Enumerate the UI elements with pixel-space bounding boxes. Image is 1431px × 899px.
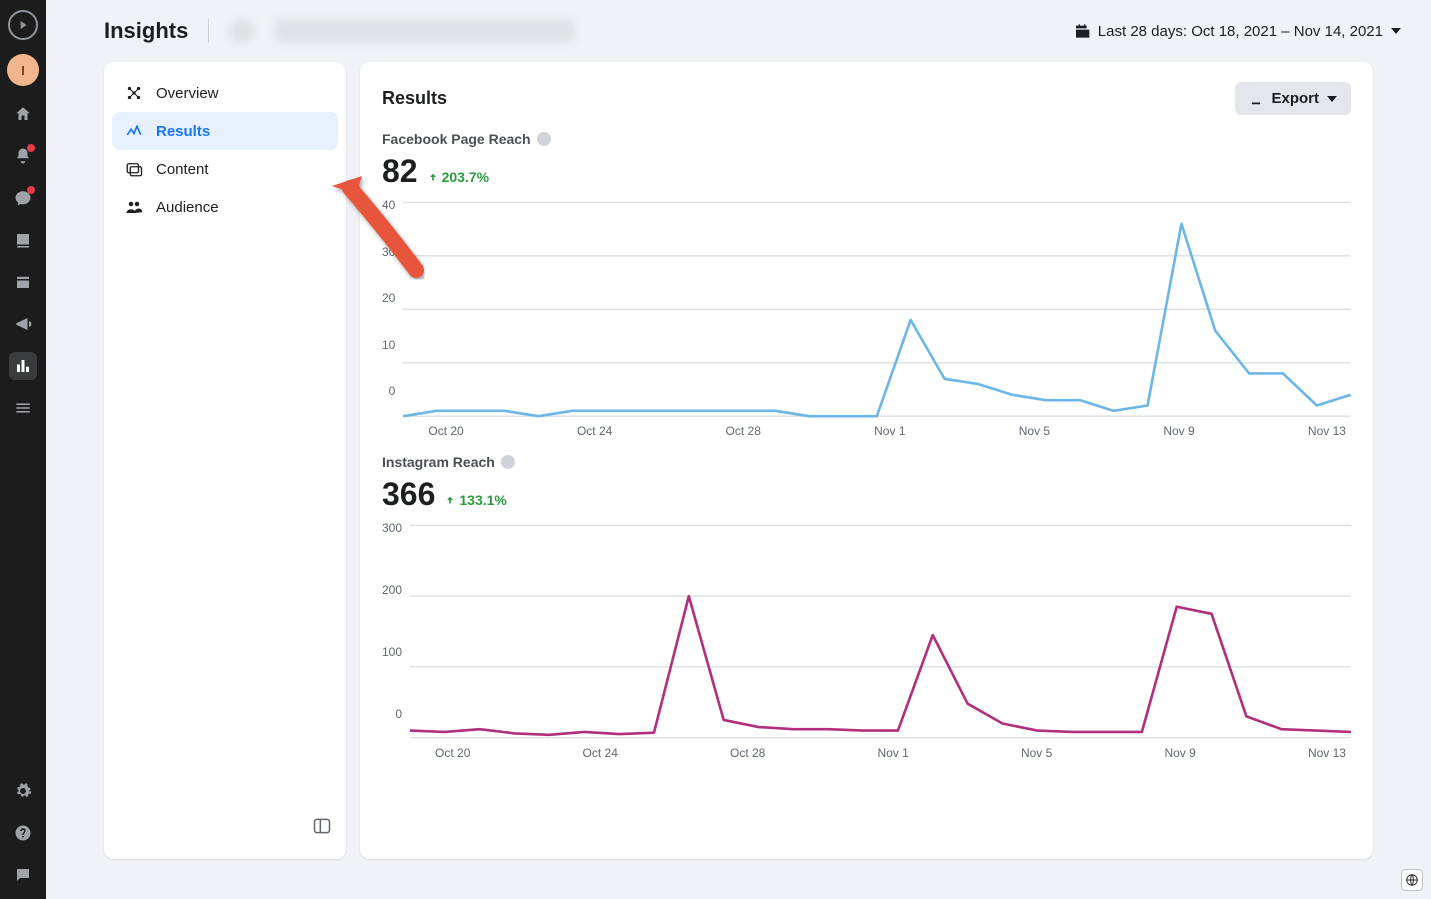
- sidebar-item-label: Overview: [156, 85, 219, 102]
- export-label: Export: [1271, 90, 1319, 107]
- page-avatar-redacted: [229, 19, 255, 43]
- sidebar-item-results[interactable]: Results: [112, 112, 338, 150]
- notifications-icon[interactable]: [9, 142, 37, 170]
- menu-icon[interactable]: [9, 394, 37, 422]
- insights-icon[interactable]: [9, 352, 37, 380]
- sidebar-item-audience[interactable]: Audience: [112, 188, 338, 226]
- sidebar-item-label: Content: [156, 161, 209, 178]
- chart-title: Facebook Page Reach: [382, 131, 531, 147]
- audience-icon: [124, 198, 144, 216]
- account-avatar[interactable]: I: [7, 54, 39, 86]
- chart-block-instagram: Instagram Reach 366 133.1% 3002001000: [382, 454, 1351, 760]
- results-icon: [124, 122, 144, 140]
- chart-x-axis: Oct 20Oct 24Oct 28Nov 1Nov 5Nov 9Nov 13: [403, 424, 1351, 438]
- chart-delta: 133.1%: [445, 492, 506, 508]
- page-title: Insights: [104, 18, 188, 44]
- posts-icon[interactable]: [9, 226, 37, 254]
- messages-icon[interactable]: [9, 184, 37, 212]
- overview-icon: [124, 84, 144, 102]
- chart-title: Instagram Reach: [382, 454, 495, 470]
- notification-dot-icon: [27, 144, 35, 152]
- chevron-down-icon: [1391, 28, 1401, 34]
- results-panel: Results Export Facebook Page Reach 82: [360, 62, 1373, 859]
- sidebar-item-content[interactable]: Content: [112, 150, 338, 188]
- chevron-down-icon: [1327, 96, 1337, 102]
- collapse-sidebar-button[interactable]: [306, 810, 338, 847]
- date-range-label: Last 28 days: Oct 18, 2021 – Nov 14, 202…: [1098, 23, 1383, 40]
- export-button[interactable]: Export: [1235, 82, 1351, 115]
- chart-y-axis: 3002001000: [382, 521, 410, 721]
- calendar-icon[interactable]: [9, 268, 37, 296]
- chart-block-facebook: Facebook Page Reach 82 203.7% 403020100: [382, 131, 1351, 438]
- chart-plot: [403, 198, 1351, 418]
- chart-plot: [410, 521, 1351, 740]
- arrow-up-icon: [445, 495, 455, 505]
- ads-icon[interactable]: [9, 310, 37, 338]
- chart-stat: 366: [382, 476, 435, 513]
- chart-delta: 203.7%: [428, 169, 489, 185]
- calendar-small-icon: [1074, 23, 1090, 39]
- sidebar-item-label: Audience: [156, 199, 219, 216]
- info-icon[interactable]: [501, 455, 515, 469]
- messages-dot-icon: [27, 186, 35, 194]
- divider: [208, 19, 209, 43]
- info-icon[interactable]: [537, 132, 551, 146]
- download-icon: [1249, 92, 1263, 106]
- sidebar-item-label: Results: [156, 123, 210, 140]
- chart-delta-value: 133.1%: [459, 492, 506, 508]
- report-problem-icon[interactable]: [9, 861, 37, 889]
- settings-icon[interactable]: [9, 777, 37, 805]
- chart-x-axis: Oct 20Oct 24Oct 28Nov 1Nov 5Nov 9Nov 13: [410, 746, 1351, 760]
- panel-title: Results: [382, 88, 447, 109]
- suite-logo-icon[interactable]: [8, 10, 38, 40]
- chart-y-axis: 403020100: [382, 198, 403, 398]
- content-icon: [124, 160, 144, 178]
- page-name-redacted: [275, 19, 575, 43]
- arrow-up-icon: [428, 172, 438, 182]
- home-icon[interactable]: [9, 100, 37, 128]
- insights-sidebar: Overview Results Content Audience: [104, 62, 346, 859]
- chart-delta-value: 203.7%: [442, 169, 489, 185]
- help-icon[interactable]: [9, 819, 37, 847]
- globe-icon[interactable]: [1401, 869, 1423, 891]
- sidebar-item-overview[interactable]: Overview: [112, 74, 338, 112]
- date-range-picker[interactable]: Last 28 days: Oct 18, 2021 – Nov 14, 202…: [1074, 23, 1401, 40]
- topbar: Insights Last 28 days: Oct 18, 2021 – No…: [46, 0, 1431, 62]
- chart-stat: 82: [382, 153, 418, 190]
- left-rail: I: [0, 0, 46, 899]
